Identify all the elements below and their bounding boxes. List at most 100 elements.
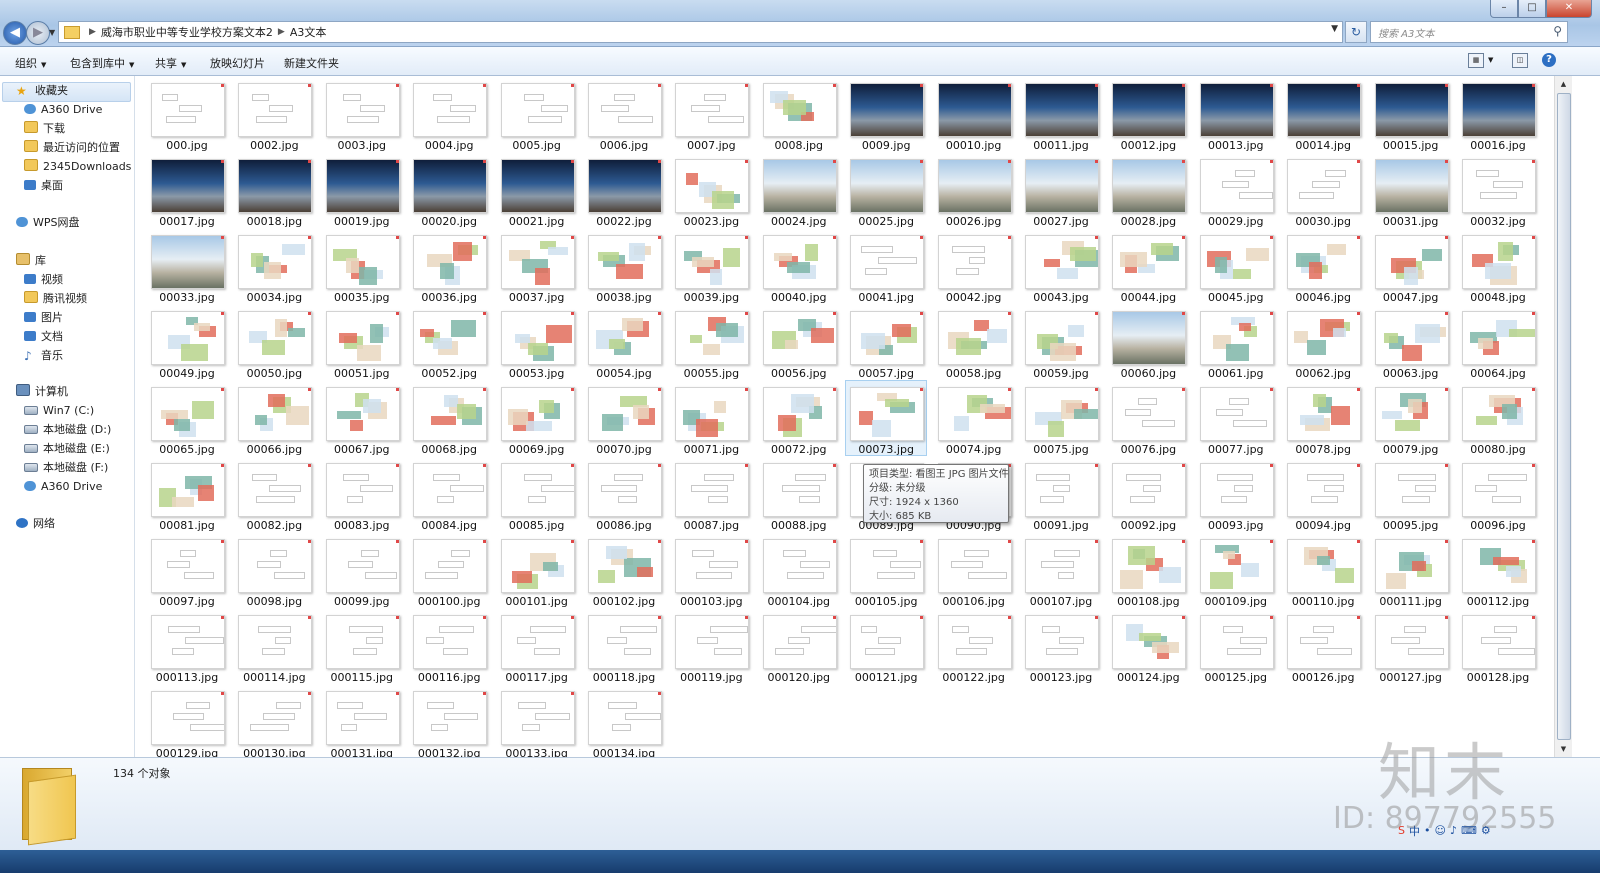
ime-logo-icon[interactable]: S bbox=[1398, 824, 1405, 837]
new-folder-button[interactable]: 新建文件夹 bbox=[284, 55, 339, 71]
file-item[interactable]: 00076.jpg bbox=[1108, 381, 1188, 456]
nav-computer[interactable]: 计算机 bbox=[16, 383, 68, 401]
file-item[interactable]: 00039.jpg bbox=[671, 229, 751, 304]
refresh-icon[interactable]: ↻ bbox=[1345, 21, 1367, 43]
file-item[interactable]: 00056.jpg bbox=[759, 305, 839, 380]
scroll-down-arrow-icon[interactable]: ▼ bbox=[1555, 741, 1572, 757]
file-item[interactable]: 00083.jpg bbox=[322, 457, 402, 532]
file-item[interactable]: 00014.jpg bbox=[1283, 77, 1363, 152]
file-item[interactable]: 00067.jpg bbox=[322, 381, 402, 456]
file-item[interactable]: 00073.jpg bbox=[845, 380, 928, 456]
file-item[interactable]: 00099.jpg bbox=[322, 533, 402, 608]
nav-a360-drive-2[interactable]: A360 Drive bbox=[24, 478, 102, 496]
file-item[interactable]: 000127.jpg bbox=[1371, 609, 1451, 684]
search-input[interactable]: 搜索 A3文本 ⚲ bbox=[1370, 21, 1568, 43]
nav-favorites[interactable]: ★ 收藏夹 bbox=[16, 82, 68, 100]
file-item[interactable]: 000102.jpg bbox=[584, 533, 664, 608]
file-item[interactable]: 00018.jpg bbox=[234, 153, 314, 228]
nav-wps-drive[interactable]: WPS网盘 bbox=[16, 214, 80, 232]
file-item[interactable]: 000118.jpg bbox=[584, 609, 664, 684]
file-item[interactable]: 00057.jpg bbox=[846, 305, 926, 380]
file-item[interactable]: 00084.jpg bbox=[409, 457, 489, 532]
file-item[interactable]: 00096.jpg bbox=[1458, 457, 1538, 532]
file-item[interactable]: 00091.jpg bbox=[1021, 457, 1101, 532]
file-item[interactable]: 00097.jpg bbox=[147, 533, 227, 608]
file-item[interactable]: 00059.jpg bbox=[1021, 305, 1101, 380]
file-item[interactable]: 000115.jpg bbox=[322, 609, 402, 684]
close-button[interactable]: ✕ bbox=[1546, 0, 1592, 18]
file-item[interactable]: 00049.jpg bbox=[147, 305, 227, 380]
file-item[interactable]: 000129.jpg bbox=[147, 685, 227, 757]
file-item[interactable]: 000116.jpg bbox=[409, 609, 489, 684]
file-item[interactable]: 000128.jpg bbox=[1458, 609, 1538, 684]
nav-pictures[interactable]: 图片 bbox=[24, 309, 63, 327]
breadcrumb-item[interactable]: 威海市职业中等专业学校方案文本2 bbox=[101, 24, 273, 40]
forward-arrow-icon[interactable]: ▶ bbox=[26, 21, 50, 45]
file-item[interactable]: 000114.jpg bbox=[234, 609, 314, 684]
ime-keyboard-icon[interactable]: ⌨ bbox=[1461, 824, 1477, 837]
file-item[interactable]: 00031.jpg bbox=[1371, 153, 1451, 228]
file-item[interactable]: 00046.jpg bbox=[1283, 229, 1363, 304]
file-item[interactable]: 000112.jpg bbox=[1458, 533, 1538, 608]
ime-skin-icon[interactable]: ⚙ bbox=[1481, 824, 1491, 837]
file-item[interactable]: 00047.jpg bbox=[1371, 229, 1451, 304]
file-item[interactable]: 000113.jpg bbox=[147, 609, 227, 684]
file-item[interactable]: 00011.jpg bbox=[1021, 77, 1101, 152]
file-item[interactable]: 00062.jpg bbox=[1283, 305, 1363, 380]
file-item[interactable]: 0004.jpg bbox=[409, 77, 489, 152]
file-item[interactable]: 00020.jpg bbox=[409, 153, 489, 228]
file-item[interactable]: 00070.jpg bbox=[584, 381, 664, 456]
file-item[interactable]: 00032.jpg bbox=[1458, 153, 1538, 228]
file-item[interactable]: 00080.jpg bbox=[1458, 381, 1538, 456]
file-item[interactable]: 00023.jpg bbox=[671, 153, 751, 228]
file-item[interactable]: 00061.jpg bbox=[1196, 305, 1276, 380]
include-in-library-menu[interactable]: 包含到库中 ▼ bbox=[70, 55, 134, 71]
nav-downloads[interactable]: 下载 bbox=[24, 120, 65, 138]
nav-drive-d[interactable]: 本地磁盘 (D:) bbox=[24, 421, 111, 439]
file-item[interactable]: 00016.jpg bbox=[1458, 77, 1538, 152]
file-item[interactable]: 000126.jpg bbox=[1283, 609, 1363, 684]
scroll-thumb[interactable] bbox=[1557, 93, 1571, 740]
file-item[interactable]: 00064.jpg bbox=[1458, 305, 1538, 380]
nav-tencent-video[interactable]: 腾讯视频 bbox=[24, 290, 87, 308]
file-item[interactable]: 00086.jpg bbox=[584, 457, 664, 532]
file-item[interactable]: 000121.jpg bbox=[846, 609, 926, 684]
file-item[interactable]: 000107.jpg bbox=[1021, 533, 1101, 608]
view-options-icon[interactable]: ▦ bbox=[1468, 53, 1484, 68]
file-item[interactable]: 0007.jpg bbox=[671, 77, 751, 152]
file-item[interactable]: 000104.jpg bbox=[759, 533, 839, 608]
scroll-up-arrow-icon[interactable]: ▲ bbox=[1555, 76, 1572, 92]
nav-videos[interactable]: 视频 bbox=[24, 271, 63, 289]
nav-drive-e[interactable]: 本地磁盘 (E:) bbox=[24, 440, 110, 458]
file-item[interactable]: 0003.jpg bbox=[322, 77, 402, 152]
file-item[interactable]: 00029.jpg bbox=[1196, 153, 1276, 228]
file-item[interactable]: 000105.jpg bbox=[846, 533, 926, 608]
file-item[interactable]: 000131.jpg bbox=[322, 685, 402, 757]
file-item[interactable]: 000110.jpg bbox=[1283, 533, 1363, 608]
file-item[interactable]: 00092.jpg bbox=[1108, 457, 1188, 532]
preview-pane-icon[interactable]: ◫ bbox=[1512, 53, 1528, 68]
file-item[interactable]: 000125.jpg bbox=[1196, 609, 1276, 684]
file-item[interactable]: 00048.jpg bbox=[1458, 229, 1538, 304]
ime-toolbar[interactable]: S 中 • ☺ ♪ ⌨ ⚙ bbox=[1398, 823, 1491, 838]
file-item[interactable]: 00078.jpg bbox=[1283, 381, 1363, 456]
file-item[interactable]: 00033.jpg bbox=[147, 229, 227, 304]
file-item[interactable]: 000106.jpg bbox=[934, 533, 1014, 608]
nav-recent-places[interactable]: 最近访问的位置 bbox=[24, 139, 120, 157]
file-item[interactable]: 00028.jpg bbox=[1108, 153, 1188, 228]
nav-libraries[interactable]: 库 bbox=[16, 252, 46, 270]
file-item[interactable]: 00051.jpg bbox=[322, 305, 402, 380]
file-item[interactable]: 00081.jpg bbox=[147, 457, 227, 532]
file-item[interactable]: 00034.jpg bbox=[234, 229, 314, 304]
file-item[interactable]: 00093.jpg bbox=[1196, 457, 1276, 532]
file-item[interactable]: 00085.jpg bbox=[497, 457, 577, 532]
nav-desktop[interactable]: 桌面 bbox=[24, 177, 63, 195]
file-item[interactable]: 00043.jpg bbox=[1021, 229, 1101, 304]
file-item[interactable]: 00035.jpg bbox=[322, 229, 402, 304]
file-item[interactable]: 0002.jpg bbox=[234, 77, 314, 152]
file-item[interactable]: 000108.jpg bbox=[1108, 533, 1188, 608]
file-item[interactable]: 00022.jpg bbox=[584, 153, 664, 228]
view-dropdown-icon[interactable]: ▼ bbox=[1488, 56, 1493, 64]
file-item[interactable]: 000130.jpg bbox=[234, 685, 314, 757]
file-item[interactable]: 00040.jpg bbox=[759, 229, 839, 304]
